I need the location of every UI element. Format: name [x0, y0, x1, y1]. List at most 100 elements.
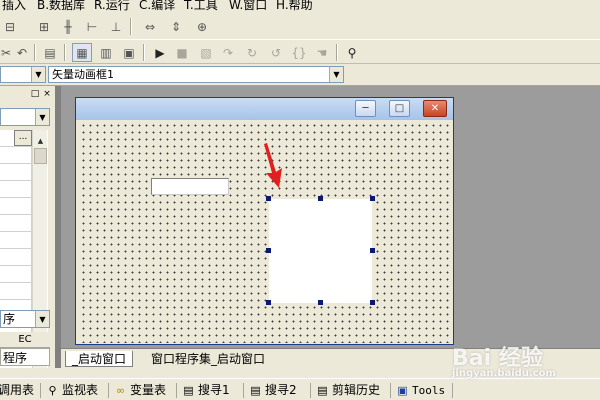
space-horizontal-icon[interactable]: ⊢: [82, 17, 102, 36]
scroll-up-icon[interactable]: ▲: [33, 134, 48, 148]
maximize-icon[interactable]: □: [389, 100, 410, 117]
magnifier-icon: ⚲: [48, 384, 57, 397]
tab-label: 搜寻1: [198, 383, 230, 397]
search-list-icon: ▤: [250, 384, 261, 397]
stop-icon[interactable]: ■: [172, 43, 192, 62]
object-name-combo[interactable]: 矢量动画框1 ▼: [48, 66, 344, 83]
align-top-icon[interactable]: ⊞: [34, 17, 54, 36]
glasses-icon: ∞: [115, 384, 126, 397]
tab-label: 变量表: [130, 383, 167, 397]
tab-separator: [390, 383, 391, 398]
same-size-icon[interactable]: ⊕: [192, 17, 212, 36]
tab-clip-history[interactable]: ▤ 剪辑历史: [316, 382, 380, 399]
property-row[interactable]: [0, 283, 32, 300]
event-combo-value: 序: [3, 312, 16, 326]
resize-handle[interactable]: [266, 248, 271, 253]
align-left-icon[interactable]: ⊟: [0, 17, 20, 36]
document-icon[interactable]: ▤: [40, 43, 60, 62]
toolbar-separator: [143, 44, 145, 61]
property-object-combo[interactable]: ▼: [0, 108, 50, 126]
tab-separator: [452, 383, 453, 398]
tab-variable-table[interactable]: ∞ 变量表: [114, 382, 166, 399]
menu-database[interactable]: B.数据库: [37, 0, 85, 13]
chevron-down-icon[interactable]: ▼: [31, 67, 45, 82]
resize-handle[interactable]: [266, 300, 271, 305]
same-height-icon[interactable]: ⇕: [166, 17, 186, 36]
find-icon[interactable]: ⚲: [342, 43, 362, 62]
hand-icon[interactable]: ☚: [312, 43, 332, 62]
property-row[interactable]: [0, 181, 32, 198]
run-to-cursor-icon[interactable]: {}: [289, 43, 309, 62]
space-vertical-icon[interactable]: ⊥: [106, 17, 126, 36]
property-row[interactable]: [0, 215, 32, 232]
step-over-icon[interactable]: ↻: [242, 43, 262, 62]
watermark-subtext: jingyan.baidu.com: [452, 368, 556, 379]
clipboard-icon: ▤: [317, 384, 328, 397]
close-icon[interactable]: ×: [42, 89, 52, 99]
tab-separator: [108, 383, 109, 398]
tab-search-2[interactable]: ▤ 搜寻2: [249, 382, 296, 399]
object-combo-bar: ▼ 矢量动画框1 ▼: [0, 64, 600, 86]
chevron-down-icon[interactable]: ▼: [329, 67, 343, 82]
menu-help[interactable]: H.帮助: [276, 0, 313, 13]
minimize-icon[interactable]: ─: [355, 100, 376, 117]
form-titlebar[interactable]: ─ □ ✕: [76, 98, 453, 120]
property-row[interactable]: [0, 232, 32, 249]
program-tab[interactable]: 程序: [0, 348, 50, 366]
event-combo[interactable]: 序 ▼: [0, 310, 50, 328]
resize-handle[interactable]: [318, 300, 323, 305]
red-arrow-annotation: [264, 143, 282, 188]
toolbar-separator: [130, 18, 132, 35]
close-icon[interactable]: ✕: [423, 100, 447, 117]
align-middle-icon[interactable]: ╫: [58, 17, 78, 36]
menu-compile[interactable]: C.编译: [139, 0, 175, 13]
step-out-icon[interactable]: ↺: [266, 43, 286, 62]
tab-search-1[interactable]: ▤ 搜寻1: [182, 382, 230, 399]
layout-full-icon[interactable]: ▦: [72, 43, 92, 62]
menu-run[interactable]: R.运行: [94, 0, 130, 13]
design-workspace: ─ □ ✕: [61, 86, 600, 348]
form-window[interactable]: ─ □ ✕: [75, 97, 454, 345]
tab-startup-window[interactable]: _启动窗口: [65, 351, 134, 367]
scroll-thumb[interactable]: [34, 148, 47, 164]
ec-label[interactable]: EC: [0, 332, 50, 348]
property-row[interactable]: [0, 266, 32, 283]
menu-tools[interactable]: T.工具: [184, 0, 218, 13]
undo-icon[interactable]: ↶: [12, 43, 32, 62]
debug-step-icon[interactable]: ▧: [196, 43, 216, 62]
search-list-icon: ▤: [183, 384, 194, 397]
property-row[interactable]: [0, 198, 32, 215]
resize-handle[interactable]: [370, 248, 375, 253]
tab-label: 剪辑历史: [332, 383, 381, 397]
property-row[interactable]: [0, 147, 32, 164]
resize-handle[interactable]: [266, 196, 271, 201]
edit-box-component[interactable]: [151, 178, 229, 195]
resize-handle[interactable]: [370, 196, 375, 201]
menu-window[interactable]: W.窗口: [229, 0, 267, 13]
output-tabbar: 调用表 ⚲ 监视表 ∞ 变量表 ▤ 搜寻1 ▤ 搜寻2 ▤ 剪辑历史 ▣ Too…: [0, 378, 600, 400]
toolbar-separator: [34, 44, 36, 61]
step-into-icon[interactable]: ↷: [218, 43, 238, 62]
tab-watch-table[interactable]: ⚲ 监视表: [46, 382, 98, 399]
tab-tools[interactable]: ▣ Tools: [396, 382, 445, 399]
tab-call-table[interactable]: 调用表: [0, 382, 34, 399]
property-ellipsis-button[interactable]: ...: [14, 130, 32, 146]
main-toolbar: ✂ ↶ ▤ ▦ ▥ ▣ ▶ ■ ▧ ↷ ↻ ↺ {} ☚ ⚲: [0, 40, 600, 64]
property-row[interactable]: [0, 164, 32, 181]
vector-animation-frame[interactable]: [269, 199, 372, 303]
menu-insert[interactable]: 插入: [2, 0, 26, 13]
window-icon: ▣: [397, 384, 408, 397]
tab-program-set[interactable]: 窗口程序集_启动窗口: [145, 351, 271, 367]
property-row[interactable]: [0, 249, 32, 266]
pin-icon[interactable]: □: [30, 89, 40, 99]
chevron-down-icon[interactable]: ▼: [35, 311, 49, 327]
resize-handle[interactable]: [318, 196, 323, 201]
chevron-down-icon[interactable]: ▼: [35, 109, 49, 125]
same-width-icon[interactable]: ⇔: [140, 17, 160, 36]
resize-handle[interactable]: [370, 300, 375, 305]
run-icon[interactable]: ▶: [150, 43, 170, 62]
component-type-combo[interactable]: ▼: [0, 66, 46, 83]
layout-panel-icon[interactable]: ▣: [119, 43, 139, 62]
layout-split-icon[interactable]: ▥: [96, 43, 116, 62]
toolbar-separator: [64, 44, 66, 61]
